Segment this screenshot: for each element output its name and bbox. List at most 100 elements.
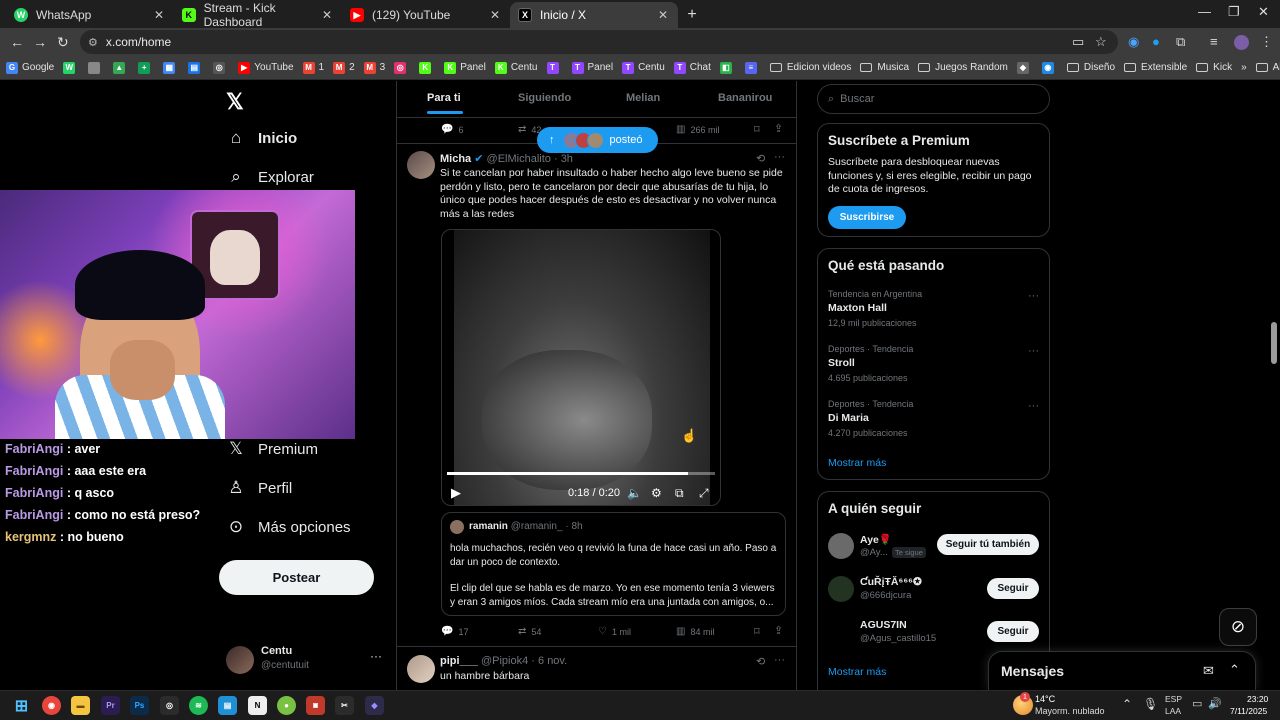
volume-icon[interactable]: 🔈: [627, 486, 642, 500]
obs-icon[interactable]: ◎: [160, 696, 179, 715]
bookmark-item[interactable]: G Google: [6, 61, 54, 74]
nav-more[interactable]: ⊙ Más opciones: [226, 517, 351, 537]
follow-button[interactable]: Seguir: [987, 578, 1039, 599]
bookmark-item[interactable]: ▤: [188, 61, 204, 74]
bookmark-item[interactable]: K Centu: [494, 61, 538, 74]
avatar[interactable]: [828, 533, 854, 559]
bookmark-icon[interactable]: ⌑: [754, 123, 760, 136]
bookmark-item[interactable]: ◆: [1016, 61, 1033, 74]
tab-youtube[interactable]: ▶ (129) YouTube ✕: [342, 2, 510, 28]
bookmark-item[interactable]: ▲: [113, 61, 129, 74]
bookmark-item[interactable]: W: [63, 61, 79, 74]
bookmark-item[interactable]: ◧: [719, 61, 736, 74]
keyboard-layout[interactable]: LAA: [1165, 706, 1181, 716]
bookmark-item[interactable]: ◉: [1041, 61, 1058, 74]
nav-premium[interactable]: 𝕏 Premium: [226, 439, 318, 459]
bookmark-folder[interactable]: Musica: [860, 62, 909, 73]
grok-icon[interactable]: ⊘: [1219, 608, 1257, 646]
clock-date[interactable]: 7/11/2025: [1230, 706, 1267, 716]
new-message-icon[interactable]: ✉: [1203, 663, 1214, 679]
bookmark-folder[interactable]: Juegos Random: [918, 62, 1008, 73]
close-window-icon[interactable]: ✕: [1258, 4, 1269, 20]
bookmark-item[interactable]: M2: [333, 61, 355, 74]
bookmark-folder[interactable]: Edicion videos: [769, 62, 851, 73]
premiere-icon[interactable]: Pr: [101, 696, 120, 715]
bookmark-item[interactable]: T Centu: [622, 61, 665, 74]
user-name[interactable]: AGUS7IN: [860, 619, 907, 631]
tab-bananirou[interactable]: Bananirou: [718, 92, 772, 104]
bookmark-item[interactable]: ▶ YouTube: [238, 61, 294, 74]
avatar[interactable]: [828, 576, 854, 602]
nav-home[interactable]: ⌂ Inicio: [226, 128, 297, 148]
reply-count[interactable]: 💬 17: [441, 626, 468, 637]
trend-name[interactable]: Stroll: [828, 357, 855, 369]
bookmark-icon[interactable]: ⌑: [754, 625, 760, 638]
user-name[interactable]: Aye🌹: [860, 533, 892, 546]
x-logo-icon[interactable]: 𝕏: [226, 89, 244, 115]
app-icon[interactable]: ●: [277, 696, 296, 715]
minimize-icon[interactable]: —: [1198, 4, 1211, 19]
windows-start-icon[interactable]: ⊞: [12, 696, 31, 715]
tab-siguiendo[interactable]: Siguiendo: [518, 92, 571, 104]
bookmark-folder[interactable]: Diseño: [1066, 62, 1115, 73]
page-scrollbar[interactable]: [1271, 322, 1277, 364]
weather-temp[interactable]: 14°C: [1035, 694, 1055, 704]
tab-kick-dashboard[interactable]: K Stream - Kick Dashboard ✕: [174, 1, 342, 29]
new-posts-pill[interactable]: ↑ posteó: [537, 127, 658, 153]
tab-search-icon[interactable]: ≡: [1210, 34, 1218, 49]
bookmarks-overflow-icon[interactable]: »: [1241, 62, 1247, 73]
reply-count[interactable]: 💬 6: [441, 124, 463, 135]
trend-name[interactable]: Di Maria: [828, 412, 869, 424]
cast-icon[interactable]: ▭: [1072, 34, 1084, 50]
more-dots-icon[interactable]: ···: [774, 151, 785, 163]
file-explorer-icon[interactable]: ▬: [71, 696, 90, 715]
show-more-link[interactable]: Mostrar más: [828, 666, 886, 678]
bookmark-folder[interactable]: Kick: [1196, 62, 1232, 73]
follow-button[interactable]: Seguir: [987, 621, 1039, 642]
language-code[interactable]: ESP: [1165, 694, 1182, 704]
notepad-icon[interactable]: ▤: [218, 696, 237, 715]
weather-description[interactable]: Mayorm. nublado: [1035, 706, 1105, 716]
more-dots-icon[interactable]: ···: [1028, 290, 1039, 302]
close-icon[interactable]: ✕: [322, 8, 332, 22]
back-icon[interactable]: ←: [10, 34, 24, 50]
bookmark-item[interactable]: K: [419, 61, 435, 74]
photoshop-icon[interactable]: Ps: [130, 696, 149, 715]
nav-explore[interactable]: ⌕ Explorar: [226, 167, 314, 187]
bookmark-item[interactable]: M1: [302, 61, 324, 74]
bookmark-item[interactable]: ◎: [394, 61, 410, 74]
capcut-icon[interactable]: ✂: [335, 696, 354, 715]
network-icon[interactable]: ▭: [1192, 697, 1202, 710]
app-icon[interactable]: ◆: [365, 696, 384, 715]
bookmark-folder[interactable]: Extensible: [1124, 62, 1187, 73]
bookmark-item[interactable]: [88, 61, 104, 74]
spotify-icon[interactable]: ≋: [189, 696, 208, 715]
more-dots-icon[interactable]: ···: [774, 654, 785, 666]
settings-gear-icon[interactable]: ⚙: [651, 486, 662, 500]
bookmark-item[interactable]: ≡: [744, 61, 761, 74]
bookmark-item[interactable]: T Chat: [673, 61, 711, 74]
tab-x-home[interactable]: X Inicio / X ✕: [510, 2, 678, 28]
subscribe-button[interactable]: Suscribirse: [828, 206, 906, 229]
post-time[interactable]: 3h: [561, 153, 573, 165]
expand-chevron-icon[interactable]: ⌃: [1229, 662, 1240, 678]
author-name[interactable]: Micha: [440, 153, 471, 165]
user-name[interactable]: ƇuŘįŦĂ⁶⁶⁶✪: [860, 576, 922, 588]
post-button[interactable]: Postear: [219, 560, 374, 595]
site-info-icon[interactable]: ⚙: [88, 36, 98, 49]
more-dots-icon[interactable]: ···: [370, 649, 382, 663]
pip-icon[interactable]: ⧉: [675, 486, 684, 501]
messages-drawer[interactable]: Mensajes ✉ ⌃: [988, 651, 1256, 690]
trend-name[interactable]: Maxton Hall: [828, 302, 887, 314]
tab-para-ti[interactable]: Para ti: [427, 92, 461, 104]
grok-icon[interactable]: ⟲: [756, 152, 765, 165]
new-tab-button[interactable]: +: [678, 2, 706, 28]
bookmark-item[interactable]: +: [138, 61, 154, 74]
bookmark-item[interactable]: ▦: [163, 61, 179, 74]
avatar[interactable]: [407, 151, 435, 179]
bookmark-item[interactable]: K Panel: [444, 61, 486, 74]
like-count[interactable]: ♡ 1 mil: [598, 626, 631, 637]
clock-time[interactable]: 23:20: [1247, 694, 1268, 704]
more-dots-icon[interactable]: ···: [1028, 400, 1039, 412]
extension-icon[interactable]: ●: [1152, 34, 1160, 49]
